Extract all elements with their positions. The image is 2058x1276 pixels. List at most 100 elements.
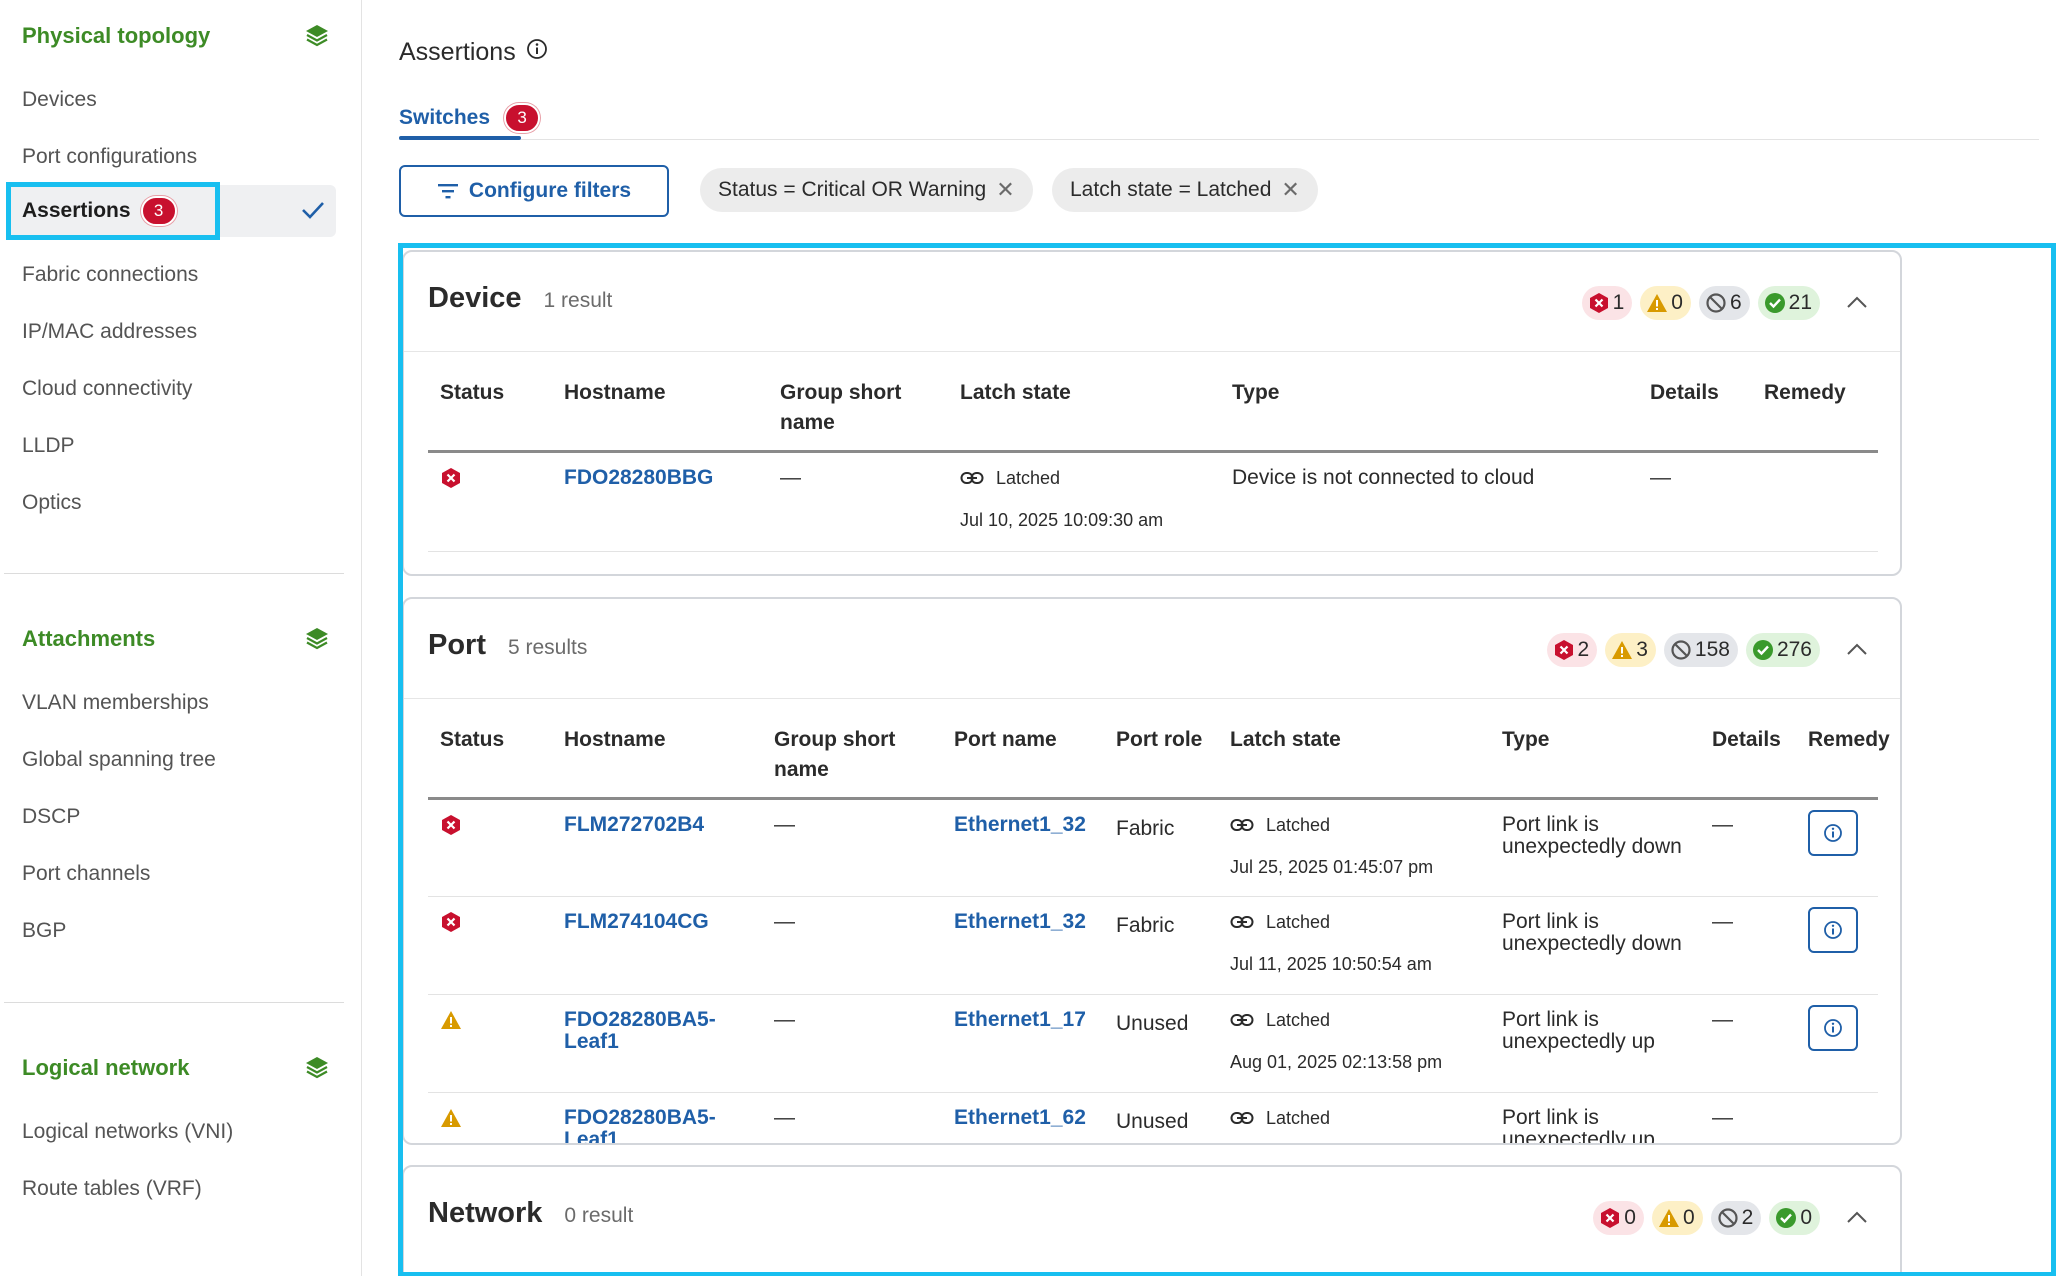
chip-label: Latch state = Latched: [1070, 178, 1272, 201]
section-physical-topology[interactable]: Physical topology: [22, 16, 332, 56]
link-icon: [1230, 819, 1254, 831]
sidebar-item-fabric-connections[interactable]: Fabric connections: [22, 258, 198, 292]
sidebar-item-cloud-connectivity[interactable]: Cloud connectivity: [22, 372, 192, 406]
column-header-details[interactable]: Details: [1638, 352, 1752, 452]
status-cell: [428, 994, 552, 1093]
group-cell: —: [768, 451, 948, 552]
close-icon[interactable]: ✕: [1281, 177, 1299, 203]
column-header-status[interactable]: Status: [428, 699, 552, 799]
column-header-latch-state[interactable]: Latch state: [948, 352, 1220, 452]
success-icon: [1752, 640, 1773, 660]
critical-count[interactable]: 0: [1593, 1201, 1644, 1235]
port-name-link[interactable]: Ethernet1_62: [954, 1106, 1086, 1129]
ok-count[interactable]: 21: [1757, 286, 1820, 320]
filter-chip-latch-state[interactable]: Latch state = Latched ✕: [1052, 168, 1318, 212]
column-header-group[interactable]: Group short name: [762, 699, 942, 799]
column-header-hostname[interactable]: Hostname: [552, 352, 768, 452]
ok-count[interactable]: 276: [1745, 633, 1820, 667]
chevron-up-icon[interactable]: [1842, 1203, 1872, 1233]
remedy-info-button[interactable]: [1808, 810, 1858, 856]
column-header-group[interactable]: Group short name: [768, 352, 948, 452]
type-cell: Port link is unexpectedly down: [1490, 896, 1700, 995]
table-row[interactable]: FDO28280BA5-Leaf1 — Ethernet1_17 Unused …: [428, 994, 1878, 1093]
table-row[interactable]: FLM274104CG — Ethernet1_32 Fabric Latche…: [428, 896, 1878, 995]
column-header-type[interactable]: Type: [1220, 352, 1638, 452]
critical-icon: [1554, 640, 1573, 660]
sidebar-item-dscp[interactable]: DSCP: [22, 800, 80, 834]
warning-count[interactable]: 0: [1651, 1201, 1703, 1235]
hostname-link[interactable]: FLM272702B4: [564, 813, 704, 836]
section-logical-network[interactable]: Logical network: [22, 1048, 332, 1088]
table-row[interactable]: FDO28280BA5-Leaf1 — Ethernet1_62 Unused …: [428, 1092, 1878, 1144]
success-icon: [1776, 1208, 1797, 1228]
column-header-remedy[interactable]: Remedy: [1796, 699, 1890, 799]
link-icon: [1230, 1112, 1254, 1124]
sidebar-item-port-channels[interactable]: Port channels: [22, 857, 150, 891]
sidebar-item-global-spanning-tree[interactable]: Global spanning tree: [22, 743, 216, 777]
chevron-up-icon[interactable]: [1842, 288, 1872, 318]
sidebar-item-ip-mac-addresses[interactable]: IP/MAC addresses: [22, 315, 197, 349]
layers-icon[interactable]: [302, 624, 332, 654]
checkmark-icon: [300, 197, 326, 228]
column-header-latch-state[interactable]: Latch state: [1218, 699, 1490, 799]
warning-count-value: 0: [1682, 1206, 1695, 1229]
sidebar-item-vlan-memberships[interactable]: VLAN memberships: [22, 686, 209, 720]
sidebar-item-bgp[interactable]: BGP: [22, 914, 66, 948]
sidebar-item-devices[interactable]: Devices: [22, 83, 97, 117]
port-name-link[interactable]: Ethernet1_32: [954, 813, 1086, 836]
hostname-link[interactable]: FDO28280BA5-Leaf1: [564, 1106, 716, 1144]
status-counts: 1 0 6 21: [1581, 286, 1820, 320]
critical-icon: [1589, 293, 1608, 313]
info-icon[interactable]: [526, 38, 548, 67]
column-header-details[interactable]: Details: [1700, 699, 1796, 799]
ignored-count[interactable]: 6: [1698, 286, 1750, 320]
layers-icon[interactable]: [302, 1053, 332, 1083]
remedy-info-button[interactable]: [1808, 1005, 1858, 1051]
column-header-status[interactable]: Status: [428, 352, 552, 452]
link-icon: [960, 472, 984, 484]
critical-count-value: 1: [1612, 291, 1625, 314]
latch-cell: Latched Aug 01, 2025 02:13:58 pm: [1218, 994, 1490, 1093]
critical-count[interactable]: 2: [1546, 633, 1598, 667]
filter-chip-status[interactable]: Status = Critical OR Warning ✕: [700, 168, 1033, 212]
column-header-type[interactable]: Type: [1490, 699, 1700, 799]
column-header-port-role[interactable]: Port role: [1104, 699, 1218, 799]
sidebar-item-optics[interactable]: Optics: [22, 486, 82, 520]
critical-count[interactable]: 1: [1581, 286, 1633, 320]
details-cell: —: [1638, 451, 1752, 552]
type-cell: Port link is unexpectedly up: [1490, 994, 1700, 1093]
remedy-info-button[interactable]: [1808, 907, 1858, 953]
section-attachments[interactable]: Attachments: [22, 619, 332, 659]
tab-label: Switches: [399, 106, 491, 129]
table-row[interactable]: FDO28280BBG — Latched Jul 10, 2025 10:09…: [428, 451, 1878, 552]
port-name-link[interactable]: Ethernet1_17: [954, 1008, 1086, 1031]
tab-switches[interactable]: Switches 3: [399, 98, 541, 138]
sidebar-item-port-configurations[interactable]: Port configurations: [22, 140, 197, 174]
configure-filters-button[interactable]: Configure filters: [399, 165, 669, 217]
column-header-hostname[interactable]: Hostname: [552, 699, 762, 799]
warning-count[interactable]: 3: [1605, 633, 1656, 667]
remedy-cell: ···: [1796, 798, 1878, 897]
sidebar-item-route-tables[interactable]: Route tables (VRF): [22, 1172, 202, 1206]
panel-header: Port 5 results 2 3 158 276: [404, 599, 1900, 699]
warning-count[interactable]: 0: [1640, 286, 1691, 320]
close-icon[interactable]: ✕: [996, 177, 1014, 203]
column-header-port-name[interactable]: Port name: [942, 699, 1104, 799]
sidebar-item-logical-networks[interactable]: Logical networks (VNI): [22, 1115, 233, 1149]
page-title: Assertions: [399, 38, 516, 66]
port-name-link[interactable]: Ethernet1_32: [954, 910, 1086, 933]
ignored-count-value: 158: [1694, 638, 1730, 661]
sidebar-item-lldp[interactable]: LLDP: [22, 429, 75, 463]
table-row[interactable]: FLM272702B4 — Ethernet1_32 Fabric Latche…: [428, 798, 1878, 897]
hostname-link[interactable]: FDO28280BA5-Leaf1: [564, 1008, 716, 1053]
sidebar-item-assertions[interactable]: Assertions 3: [6, 185, 336, 237]
ok-count[interactable]: 0: [1769, 1201, 1820, 1235]
hostname-link[interactable]: FDO28280BBG: [564, 466, 713, 489]
chevron-up-icon[interactable]: [1842, 635, 1872, 665]
layers-icon[interactable]: [302, 21, 332, 51]
port-role-cell: Unused: [1104, 1092, 1218, 1143]
ignored-count[interactable]: 158: [1663, 633, 1738, 667]
column-header-remedy[interactable]: Remedy: [1752, 352, 1878, 452]
ignored-count[interactable]: 2: [1710, 1201, 1762, 1235]
hostname-link[interactable]: FLM274104CG: [564, 910, 709, 933]
